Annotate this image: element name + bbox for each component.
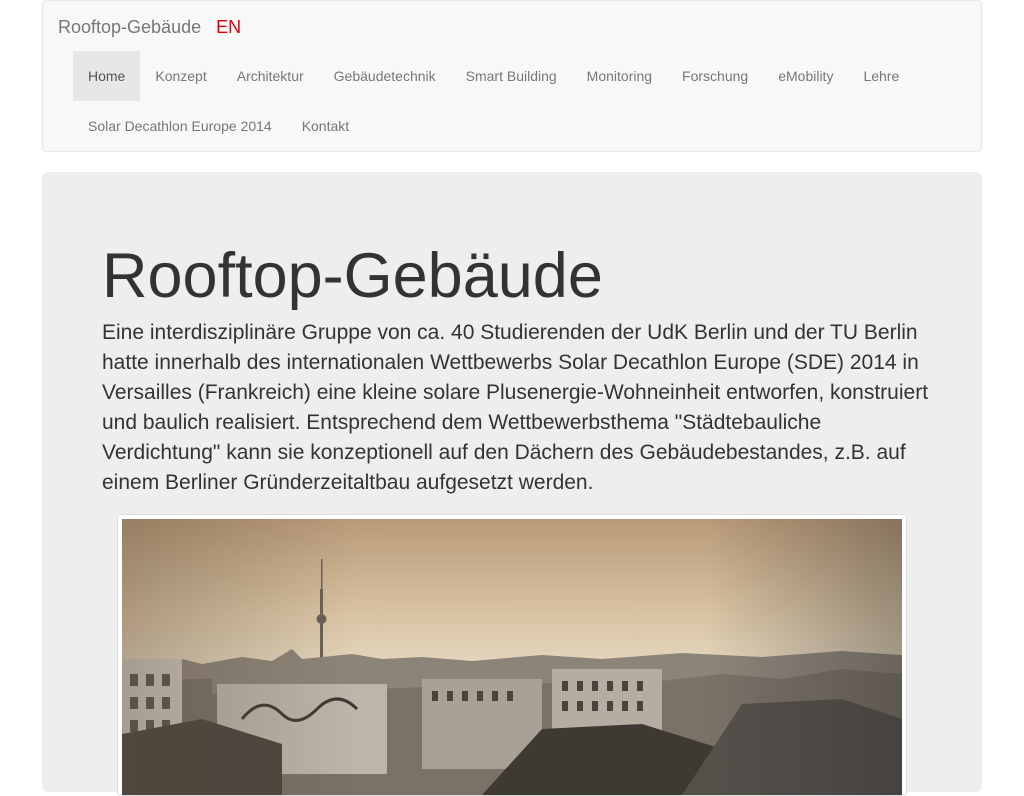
nav-row-2: Solar Decathlon Europe 2014 Kontakt [73,101,364,151]
page-title: Rooftop-Gebäude [102,241,603,311]
nav-emobility[interactable]: eMobility [763,51,848,101]
language-switch-en[interactable]: EN [216,17,241,38]
berlin-rooftops-photo [122,519,902,795]
intro-paragraph: Eine interdisziplinäre Gruppe von ca. 40… [102,321,929,494]
nav-row-1: Home Konzept Architektur Gebäudetechnik … [73,51,914,101]
brand-row: Rooftop-Gebäude EN [58,16,241,38]
top-navbar: Rooftop-Gebäude EN Home Konzept Architek… [42,0,982,152]
nav-solar-decathlon[interactable]: Solar Decathlon Europe 2014 [73,101,287,151]
nav-forschung[interactable]: Forschung [667,51,763,101]
nav-lehre[interactable]: Lehre [848,51,914,101]
nav-kontakt[interactable]: Kontakt [287,101,364,151]
nav-gebaeudetechnik[interactable]: Gebäudetechnik [319,51,451,101]
nav-home[interactable]: Home [73,51,141,101]
nav-monitoring[interactable]: Monitoring [572,51,667,101]
site-brand[interactable]: Rooftop-Gebäude [58,17,201,38]
hero-jumbotron: Rooftop-Gebäude Eine interdisziplinäre G… [42,172,982,796]
nav-smart-building[interactable]: Smart Building [451,51,572,101]
nav-konzept[interactable]: Konzept [140,51,221,101]
nav-architektur[interactable]: Architektur [222,51,319,101]
hero-image-frame [117,514,907,796]
